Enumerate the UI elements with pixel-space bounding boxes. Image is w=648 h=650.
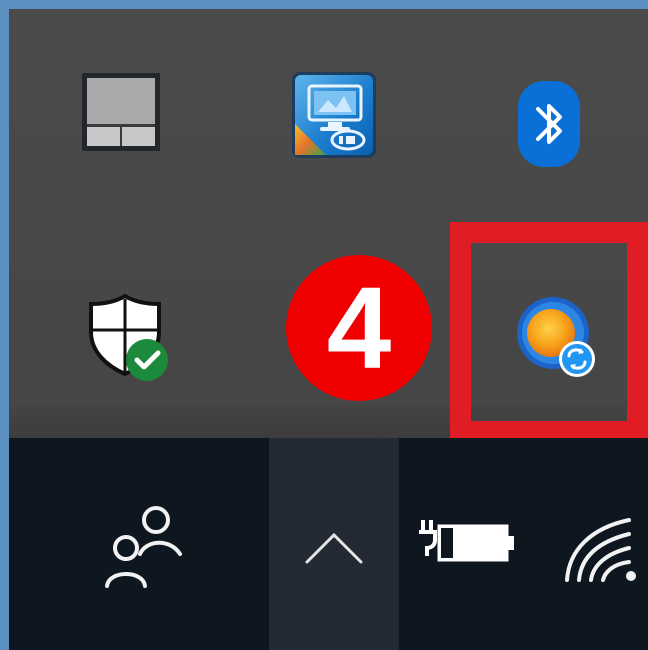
show-hidden-icons-button[interactable] xyxy=(269,438,399,650)
touchpad-tray-icon[interactable] xyxy=(81,72,161,152)
intel-graphics-tray-icon[interactable] xyxy=(292,72,376,158)
windows-security-tray-icon[interactable] xyxy=(85,292,175,384)
touchpad-icon xyxy=(82,73,160,151)
step-number-label: 4 xyxy=(326,263,392,393)
taskbar-system-tray xyxy=(0,438,648,650)
step-number-badge: 4 xyxy=(286,255,432,401)
intel-graphics-icon xyxy=(292,72,376,158)
bluetooth-icon xyxy=(518,81,580,167)
battery-charging-icon xyxy=(419,520,514,562)
wifi-icon xyxy=(565,518,636,582)
bluetooth-tray-icon[interactable] xyxy=(518,81,580,167)
highlight-rectangle xyxy=(450,222,648,442)
windows-security-icon xyxy=(89,293,168,381)
chevron-up-icon xyxy=(305,532,363,564)
people-button[interactable] xyxy=(94,498,194,593)
battery-button[interactable] xyxy=(419,512,519,572)
people-icon xyxy=(105,506,182,588)
screenshot: 4 xyxy=(0,0,648,650)
network-button[interactable] xyxy=(559,510,648,590)
